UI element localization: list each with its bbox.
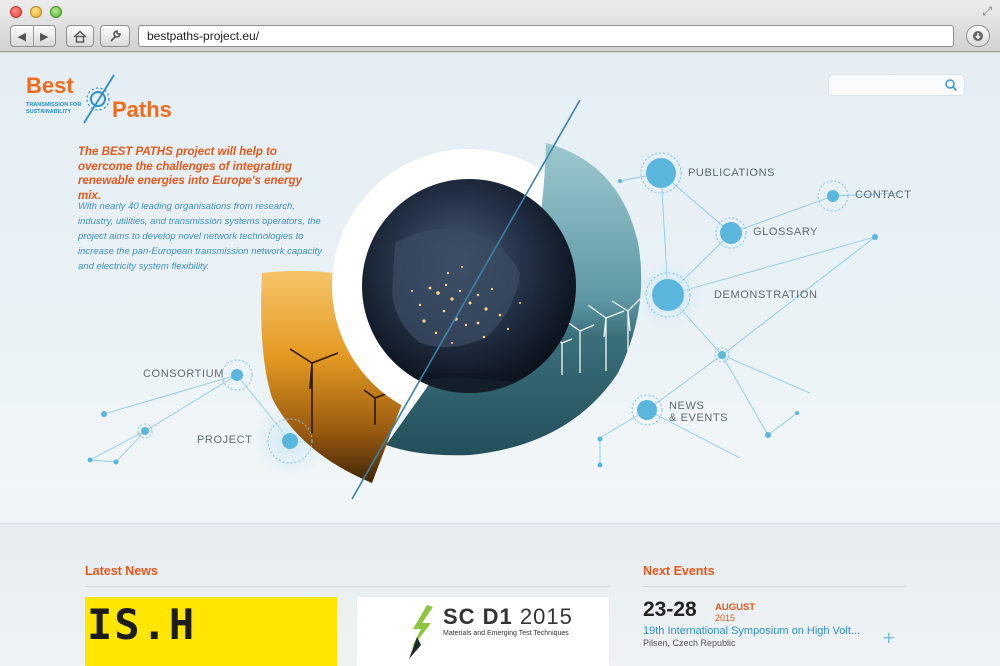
search-icon[interactable]	[944, 78, 958, 92]
nav-demonstration[interactable]: DEMONSTRATION	[714, 289, 818, 301]
address-bar[interactable]: bestpaths-project.eu/	[138, 25, 954, 47]
best-paths-logo[interactable]: Best TRANSMISSION FOR SUSTAINABILITY Pat…	[26, 73, 186, 124]
wrench-icon	[110, 30, 121, 42]
scd1-title-year: 2015	[512, 604, 573, 629]
scd1-title: SC D1 2015	[443, 605, 573, 629]
lightning-icon	[409, 605, 433, 659]
news-card-scd1[interactable]: SC D1 2015 Materials and Emerging Test T…	[357, 597, 609, 666]
news-card-ish-text: IS.H	[87, 600, 197, 649]
home-button[interactable]	[66, 25, 94, 47]
nav-news-events[interactable]: NEWS & EVENTS	[669, 400, 728, 424]
minimize-window-button[interactable]	[30, 6, 42, 18]
event-days: 23-28	[643, 598, 697, 621]
tools-button[interactable]	[100, 25, 130, 47]
logo-tagline-line2: SUSTAINABILITY	[26, 109, 72, 115]
hero-artwork	[87, 99, 901, 500]
next-events-title: Next Events	[643, 564, 715, 578]
divider	[643, 586, 905, 587]
forward-button[interactable]: ▶	[34, 30, 56, 43]
scd1-title-bold: SC D1	[443, 604, 513, 629]
divider	[85, 586, 609, 587]
browser-toolbar: ⤢ ◀ ▶ bestpaths-project.eu/	[0, 0, 1000, 52]
nav-news-line1: NEWS	[669, 400, 705, 412]
nav-consortium[interactable]: CONSORTIUM	[143, 368, 224, 380]
event-location: Pilsen, Czech Republic	[643, 638, 736, 648]
logo-word-best: Best	[26, 73, 74, 98]
nav-news-line2: & EVENTS	[669, 412, 729, 424]
home-icon	[73, 29, 87, 43]
download-icon	[973, 31, 983, 41]
logo-tagline-line1: TRANSMISSION FOR	[26, 102, 82, 108]
nav-project[interactable]: PROJECT	[197, 434, 253, 446]
zoom-window-button[interactable]	[50, 6, 62, 18]
nav-glossary[interactable]: GLOSSARY	[753, 226, 818, 238]
event-year: 2015	[715, 613, 736, 623]
news-card-ish[interactable]: IS.H	[85, 597, 337, 666]
close-window-button[interactable]	[10, 6, 22, 18]
logo-word-paths: Paths	[112, 97, 172, 122]
nav-contact[interactable]: CONTACT	[855, 189, 912, 201]
fullscreen-icon[interactable]: ⤢	[982, 4, 992, 19]
hero-intro: With nearly 40 leading organisations fro…	[78, 201, 322, 272]
scd1-subtitle: Materials and Emerging Test Techniques	[443, 630, 569, 637]
event-month: AUGUST	[715, 602, 756, 613]
hero-headline: The BEST PATHS project will help to over…	[78, 146, 302, 202]
page-viewport: Best TRANSMISSION FOR SUSTAINABILITY Pat…	[0, 53, 1000, 666]
hero-section: Best TRANSMISSION FOR SUSTAINABILITY Pat…	[0, 53, 1000, 523]
search-box	[828, 74, 965, 96]
logo-tagline: TRANSMISSION FOR SUSTAINABILITY	[26, 102, 86, 116]
latest-news-title: Latest News	[85, 564, 158, 578]
back-forward-buttons: ◀ ▶	[10, 25, 56, 47]
search-input[interactable]	[835, 77, 939, 93]
downloads-button[interactable]	[966, 25, 990, 47]
back-button[interactable]: ◀	[11, 30, 33, 43]
event-more-button[interactable]: +	[882, 628, 895, 647]
nav-publications[interactable]: PUBLICATIONS	[688, 167, 775, 179]
lower-section: Latest News IS.H SC D1 2015 Materials an…	[0, 523, 1000, 666]
event-title-link[interactable]: 19th International Symposium on High Vol…	[643, 625, 883, 637]
